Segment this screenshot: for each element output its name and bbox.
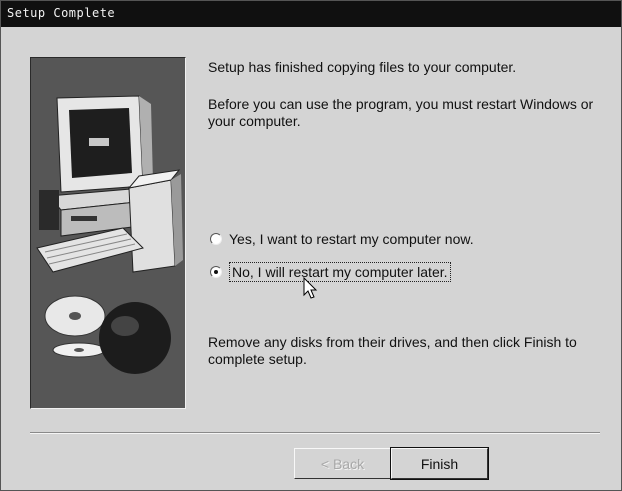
- restart-required-message: Before you can use the program, you must…: [208, 96, 594, 129]
- computer-illustration: [30, 57, 186, 409]
- restart-later-radio[interactable]: [210, 266, 222, 278]
- restart-later-label[interactable]: No, I will restart my computer later.: [229, 262, 451, 282]
- finished-message: Setup has finished copying files to your…: [208, 59, 517, 75]
- restart-now-label[interactable]: Yes, I want to restart my computer now.: [229, 231, 474, 247]
- remove-disks-message: Remove any disks from their drives, and …: [208, 334, 577, 367]
- title-bar[interactable]: Setup Complete: [1, 1, 621, 27]
- setup-complete-dialog: Setup Complete Setup has finished copyin…: [0, 0, 622, 491]
- separator: [30, 432, 600, 434]
- finish-button[interactable]: Finish: [390, 447, 489, 480]
- restart-now-radio[interactable]: [210, 233, 222, 245]
- restart-later-option[interactable]: No, I will restart my computer later.: [210, 262, 451, 282]
- window-title: Setup Complete: [7, 6, 116, 20]
- mouse-cursor-icon: [303, 277, 318, 299]
- back-button[interactable]: < Back: [294, 448, 391, 479]
- restart-now-option[interactable]: Yes, I want to restart my computer now.: [210, 231, 474, 247]
